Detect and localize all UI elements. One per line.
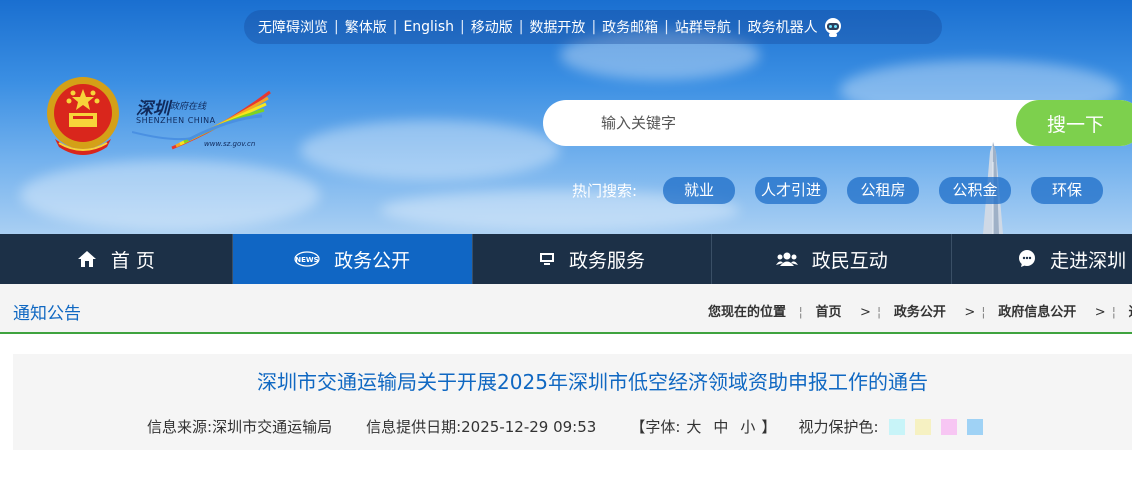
monitor-icon xyxy=(539,252,555,266)
eye-protection-label: 视力保护色: xyxy=(798,418,879,436)
nav-home[interactable]: 首 页 xyxy=(0,234,233,284)
breadcrumb-info-disclosure[interactable]: 政府信息公开 xyxy=(998,305,1076,320)
logo-url: www.sz.gov.cn xyxy=(204,140,256,148)
date-label: 信息提供日期: xyxy=(366,418,462,436)
hot-search-environment[interactable]: 环保 xyxy=(1031,177,1103,204)
main-nav: 首 页 NEWS 政务公开 政务服务 政民互动 走进深圳 xyxy=(0,234,1132,284)
breadcrumb: 您现在的位置 ¦ 首页 >¦ 政务公开 >¦ 政府信息公开 >¦ 通知 xyxy=(708,301,1132,320)
hot-search-employment[interactable]: 就业 xyxy=(663,177,735,204)
date-value: 2025-12-29 09:53 xyxy=(461,417,597,436)
hot-search-talent[interactable]: 人才引进 xyxy=(755,177,827,204)
font-size-medium-button[interactable]: 中 xyxy=(713,416,728,437)
eye-color-blue-swatch[interactable] xyxy=(966,418,983,435)
source-label: 信息来源: xyxy=(147,418,213,436)
top-links-bar: 无障碍浏览 | 繁体版 | English | 移动版 | 数据开放 | 政务邮… xyxy=(244,10,942,44)
breadcrumb-government-affairs[interactable]: 政务公开 xyxy=(894,305,946,320)
article-meta: 信息来源: 深圳市交通运输局 信息提供日期: 2025-12-29 09:53 … xyxy=(147,416,983,437)
font-size-large-button[interactable]: 大 xyxy=(686,416,701,437)
logo-en-name: SHENZHEN CHINA xyxy=(136,116,216,125)
nav-about-shenzhen[interactable]: 走进深圳 xyxy=(952,234,1132,284)
font-size-small-button[interactable]: 小 xyxy=(740,416,755,437)
mobile-version-link[interactable]: 移动版 xyxy=(471,17,513,37)
font-size-open: 【字体: xyxy=(630,418,681,436)
gov-email-link[interactable]: 政务邮箱 xyxy=(602,17,658,37)
nav-home-label: 首 页 xyxy=(110,249,155,272)
home-icon xyxy=(77,250,97,268)
nav-public-interaction-label: 政民互动 xyxy=(811,249,888,272)
search-box: 搜一下 xyxy=(543,100,1132,146)
breadcrumb-label: 您现在的位置 xyxy=(708,305,787,320)
source-value: 深圳市交通运输局 xyxy=(212,418,333,436)
nav-government-affairs-label: 政务公开 xyxy=(334,249,411,272)
national-emblem-icon xyxy=(47,77,119,155)
article-header: 深圳市交通运输局关于开展2025年深圳市低空经济领域资助申报工作的通告 信息来源… xyxy=(13,354,1132,450)
accessibility-link[interactable]: 无障碍浏览 xyxy=(258,17,328,37)
font-size-close: 】 xyxy=(761,418,777,436)
english-link[interactable]: English xyxy=(403,19,454,35)
users-icon xyxy=(775,251,798,267)
site-navigation-link[interactable]: 站群导航 xyxy=(675,17,731,37)
nav-about-shenzhen-label: 走进深圳 xyxy=(1050,249,1127,272)
nav-government-affairs[interactable]: NEWS 政务公开 xyxy=(232,234,473,284)
search-button[interactable]: 搜一下 xyxy=(1016,100,1132,146)
eye-color-cyan-swatch[interactable] xyxy=(888,418,905,435)
news-icon: NEWS xyxy=(294,251,320,267)
breadcrumb-bar: 通知公告 您现在的位置 ¦ 首页 >¦ 政务公开 >¦ 政府信息公开 >¦ 通知 xyxy=(0,284,1132,334)
hot-search-label: 热门搜索: xyxy=(572,182,638,200)
eye-color-pink-swatch[interactable] xyxy=(940,418,957,435)
traditional-chinese-link[interactable]: 繁体版 xyxy=(345,17,387,37)
search-input[interactable] xyxy=(583,100,1003,146)
nav-public-interaction[interactable]: 政民互动 xyxy=(712,234,953,284)
nav-government-services-label: 政务服务 xyxy=(568,249,645,272)
header-banner: 无障碍浏览 | 繁体版 | English | 移动版 | 数据开放 | 政务邮… xyxy=(0,0,1132,234)
chat-icon xyxy=(1018,250,1036,268)
breadcrumb-notices[interactable]: 通知 xyxy=(1129,305,1132,320)
robot-icon[interactable] xyxy=(822,16,844,38)
article-title: 深圳市交通运输局关于开展2025年深圳市低空经济领域资助申报工作的通告 xyxy=(257,370,928,394)
logo-cn-sub: 政府在线 xyxy=(170,102,207,112)
gov-robot-link[interactable]: 政务机器人 xyxy=(748,17,818,37)
breadcrumb-home[interactable]: 首页 xyxy=(815,305,841,320)
svg-text:NEWS: NEWS xyxy=(295,256,318,264)
open-data-link[interactable]: 数据开放 xyxy=(529,17,585,37)
section-title[interactable]: 通知公告 xyxy=(13,299,81,324)
hot-search-public-housing[interactable]: 公租房 xyxy=(847,177,919,204)
eye-color-yellow-swatch[interactable] xyxy=(914,418,931,435)
hot-search-housing-fund[interactable]: 公积金 xyxy=(939,177,1011,204)
nav-government-services[interactable]: 政务服务 xyxy=(473,234,713,284)
